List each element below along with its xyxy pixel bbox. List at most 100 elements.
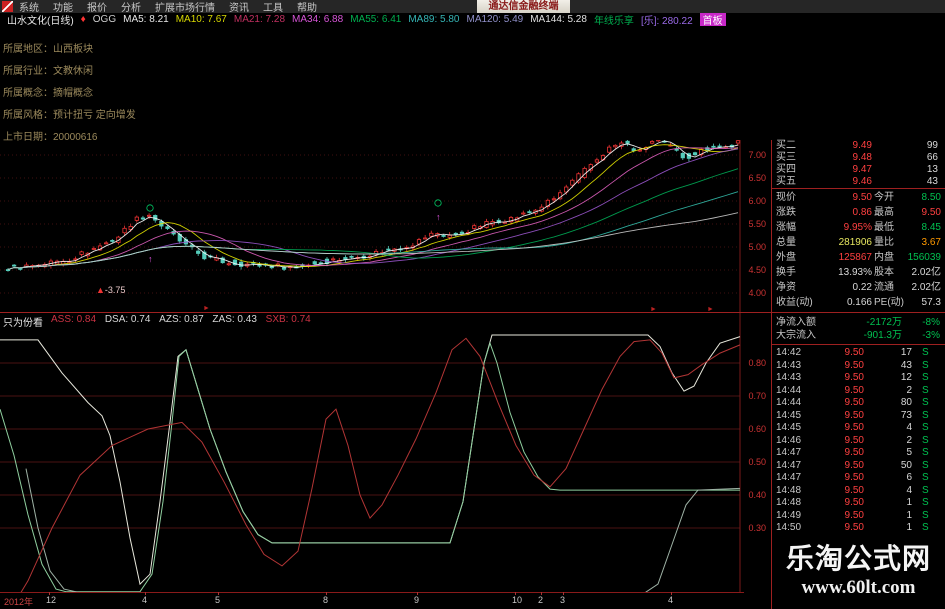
- price-axis-label: 7.00: [748, 150, 766, 160]
- tick-row: 14:46 9.50 2 S: [772, 435, 945, 447]
- time-axis-line: [0, 592, 744, 593]
- price-axis-label: 6.00: [748, 196, 766, 206]
- bid-label: 买四: [776, 164, 796, 175]
- stat-label: 现价: [776, 192, 796, 203]
- expand-arrow-icon[interactable]: ►: [650, 306, 657, 313]
- info-segment: [乐]: 280.22: [640, 16, 693, 26]
- tick-row: 14:43 9.50 12 S: [772, 372, 945, 384]
- stat-row: 现价 9.50 今开 8.50: [772, 190, 945, 205]
- stat-value: 2.02亿: [911, 282, 941, 293]
- menu-item-3[interactable]: 报价: [87, 0, 107, 14]
- watermark-title: 乐淘公式网: [785, 543, 931, 574]
- indicator-field: AZS: 0.87: [159, 314, 207, 325]
- stat-value: 156039: [907, 252, 941, 263]
- tick-time: 14:47: [776, 472, 802, 483]
- bid-price: 9.49: [852, 140, 872, 151]
- bid-volume: 13: [926, 164, 938, 175]
- flow-row: 大宗流入 -901.3万 -3%: [772, 330, 945, 342]
- menu-item-1[interactable]: 系统: [19, 0, 39, 14]
- tick-row: 14:47 9.50 5 S: [772, 447, 945, 459]
- bid-row[interactable]: 买四 9.47 13: [772, 164, 945, 176]
- price-axis-label: 6.50: [748, 173, 766, 183]
- property-line: 所属地区：山西板块: [3, 44, 93, 55]
- quote-panel: 买二 9.49 99 买三 9.48 66 买四 9.47 13 买五 9.46 43 现价 9.50 今开…: [772, 140, 945, 609]
- tick-row: 14:44 9.50 2 S: [772, 385, 945, 397]
- stat-value: 3.67: [921, 237, 941, 248]
- indicator-axis-label: 0.70: [748, 391, 766, 401]
- tick-volume: 50: [900, 459, 912, 471]
- bid-row[interactable]: 买五 9.46 43: [772, 176, 945, 188]
- stat-value: 0.22: [852, 282, 872, 293]
- bid-volume: 66: [926, 152, 938, 163]
- tick-sell-flag: S: [922, 409, 929, 421]
- stat-value: 57.3: [921, 297, 941, 308]
- info-segment: 年线乐享: [593, 16, 634, 26]
- flow-row: 净流入额 -2172万 -8%: [772, 317, 945, 329]
- stat-row: 涨跌 0.86 最高 9.50: [772, 205, 945, 220]
- buy-signal-arrow-icon: ↑: [436, 212, 441, 222]
- tick-row: 14:45 9.50 73 S: [772, 410, 945, 422]
- price-axis-label: 4.00: [748, 288, 766, 298]
- tick-time: 14:43: [776, 359, 802, 371]
- menu-item-8[interactable]: 帮助: [297, 0, 317, 14]
- menu-item-7[interactable]: 工具: [263, 0, 283, 14]
- tick-volume: 1: [906, 509, 912, 521]
- candlestick-series: [5, 140, 741, 272]
- tick-sell-flag: S: [922, 497, 929, 508]
- tick-sell-flag: S: [922, 522, 929, 533]
- flow-percent: -3%: [922, 330, 940, 341]
- tick-volume: 73: [900, 409, 912, 421]
- menu-item-4[interactable]: 分析: [121, 0, 141, 14]
- tick-price: 9.50: [844, 522, 864, 533]
- tick-time: 14:49: [776, 509, 802, 521]
- price-axis-label: 5.00: [748, 242, 766, 252]
- indicator-field: DSA: 0.74: [104, 314, 154, 325]
- indicator-name[interactable]: 只为份看: [3, 314, 43, 329]
- tick-sell-flag: S: [922, 509, 929, 521]
- price-gridlines: [0, 154, 740, 294]
- expand-arrow-icon[interactable]: ►: [203, 305, 210, 312]
- info-bar: 山水文化(日线) ♦ OGG MA5: 8.21 MA10: 7.67 MA21: 7.2…: [0, 13, 945, 26]
- tick-time: 14:44: [776, 384, 802, 396]
- price-axis-label: 4.50: [748, 265, 766, 275]
- menu-item-6[interactable]: 资讯: [229, 0, 249, 14]
- tick-volume: 6: [906, 472, 912, 483]
- stat-label: 换手: [776, 267, 796, 278]
- indicator-header: 只为份看 ASS: 0.84 DSA: 0.74 AZS: 0.87 ZAS: …: [3, 314, 317, 329]
- month-label: 10: [512, 595, 523, 605]
- bid-price: 9.46: [852, 176, 872, 187]
- stat-row: 收益(动) 0.166 PE(动) 57.3: [772, 295, 945, 310]
- ma-lines: [7, 140, 739, 271]
- info-segment: MA5: 8.21: [123, 14, 169, 25]
- tick-price: 9.50: [844, 472, 864, 483]
- tick-price: 9.50: [844, 509, 864, 521]
- stat-row: 涨幅 9.95% 最低 8.45: [772, 220, 945, 235]
- indicator-axis-label: 0.80: [748, 358, 766, 368]
- stat-row: 净资 0.22 流通 2.02亿: [772, 280, 945, 295]
- tick-price: 9.50: [844, 422, 864, 433]
- watermark: 乐淘公式网 www.60lt.com: [772, 542, 945, 608]
- month-label: 8: [323, 595, 329, 605]
- bid-row[interactable]: 买三 9.48 66: [772, 152, 945, 164]
- menu-item-5[interactable]: 扩展市场行情: [155, 0, 215, 14]
- bid-price: 9.48: [852, 152, 872, 163]
- app-window: 系统 功能 报价 分析 扩展市场行情 资讯 工具 帮助 通达信金融终端 山水文化(日线) ♦ OG…: [0, 0, 945, 609]
- tick-time: 14:50: [776, 522, 802, 533]
- tick-row: 14:48 9.50 4 S: [772, 485, 945, 497]
- menu-item-2[interactable]: 功能: [53, 0, 73, 14]
- indicator-field: SXB: 0.74: [265, 314, 311, 325]
- flow-value: -901.3万: [863, 330, 902, 341]
- flow-label: 净流入额: [776, 317, 816, 328]
- tick-price: 9.50: [844, 384, 864, 396]
- info-segment: MA89: 5.80: [408, 14, 460, 25]
- indicator-axis-label: 0.40: [748, 490, 766, 500]
- indicator-axis-label: 0.30: [748, 523, 766, 533]
- tick-time: 14:44: [776, 397, 802, 408]
- tick-volume: 5: [906, 447, 912, 458]
- time-axis: 2012年 12 4 5 8 9 10 2 3 4: [0, 592, 772, 609]
- expand-arrow-icon[interactable]: ►: [707, 306, 714, 313]
- bid-row[interactable]: 买二 9.49 99: [772, 140, 945, 152]
- tick-row: 14:49 9.50 1 S: [772, 510, 945, 522]
- flow-value: -2172万: [866, 317, 902, 328]
- menu-bar: 系统 功能 报价 分析 扩展市场行情 资讯 工具 帮助: [0, 0, 945, 14]
